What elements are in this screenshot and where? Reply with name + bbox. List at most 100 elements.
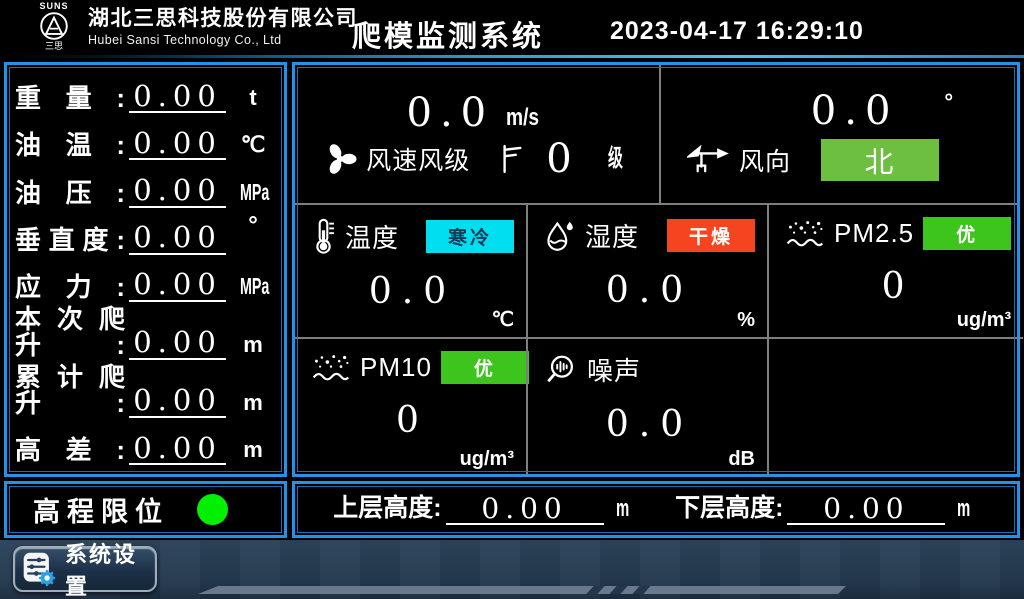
sidebar-row-total-climb: 累计爬升: 0.00 m [15,364,274,422]
sensor-cell-empty [767,337,1023,476]
pm10-status-badge: 优 [441,351,529,384]
noise-icon [544,353,578,387]
wind-speed-section: 0.0 m/s 风速风级 [295,65,661,203]
particles-icon [311,352,351,383]
system-settings-button[interactable]: 系统设置 [13,546,157,592]
wind-level-unit: 级 [608,143,623,174]
header-accent-line [0,55,1024,58]
height-diff-value: 0.00 [129,433,226,465]
humidity-label: 湿度 [585,217,639,254]
droplet-icon [544,219,576,253]
elevation-limit-indicator [197,494,228,525]
weight-label: 重量: [15,85,125,117]
wind-direction-value: 0.0 [811,91,899,131]
lower-height-label: 下层高度: [675,496,783,525]
wind-speed-label: 风速风级 [366,141,470,177]
oil-pressure-unit: MPa [240,181,266,212]
stripe-slash [609,586,627,594]
upper-height-group: 上层高度: 0.00 m [333,494,637,525]
logo-text-bottom: 三思 [45,42,63,51]
current-climb-label: 本次爬升: [15,306,125,364]
company-name-cn: 湖北三思科技股份有限公司 [88,6,358,31]
wind-direction-badge: 北 [821,139,939,181]
sidebar-row-height-diff: 高差: 0.00 m [15,422,274,469]
upper-height-label: 上层高度: [333,496,441,525]
humidity-value: 0.0 [544,270,755,311]
layer-heights-panel: 上层高度: 0.00 m 下层高度: 0.00 m [292,481,1020,538]
taskbar: 系统设置 [0,540,1024,599]
measurements-sidebar: 重量: 0.00 t 油温: 0.00 ℃ 油压: 0.00 MPa 垂直度: … [4,62,287,477]
temperature-label: 温度 [345,218,399,255]
stress-value: 0.00 [129,269,226,301]
sidebar-row-weight: 重量: 0.00 t [15,70,274,117]
stress-label: 应力: [15,274,125,306]
pm25-status-badge: 优 [923,217,1011,250]
oil-pressure-label: 油压: [15,180,125,212]
sensor-cell-pm25: PM2.5 优 0 ug/m³ [767,205,1023,337]
pm10-label: PM10 [360,352,432,383]
elevation-limit-panel: 高程限位 [4,481,287,538]
noise-value: 0.0 [544,404,755,445]
wind-direction-section: 0.0 ° [661,65,1017,203]
sensor-grid: 温度 寒冷 0.0 ℃ 湿度 干燥 [295,203,1017,476]
sidebar-row-oil-pressure: 油压: 0.00 MPa [15,164,274,211]
upper-height-value: 0.00 [446,494,604,525]
weight-unit: t [232,87,274,117]
sensor-cell-humidity: 湿度 干燥 0.0 % [526,205,767,337]
temperature-unit: ℃ [492,307,514,332]
environment-panel: 0.0 m/s 风速风级 [292,62,1020,477]
oil-pressure-value: 0.00 [129,175,226,207]
humidity-status-badge: 干燥 [667,219,755,252]
pm10-value: 0 [311,400,514,441]
humidity-unit: % [737,309,755,332]
company-name-en: Hubei Sansi Technology Co., Ltd [88,33,358,47]
thermometer-icon [311,217,336,255]
elevation-limit-label: 高程限位 [33,490,169,529]
wind-level-value: 0 [546,139,579,179]
settings-sliders-gear-icon [21,551,57,587]
total-climb-label: 累计爬升: [15,364,125,422]
wind-speed-unit: m/s [506,102,539,133]
fan-icon [322,141,358,177]
weight-value: 0.00 [129,81,226,113]
wind-direction-unit: ° [944,91,953,113]
verticality-value: 0.00 [129,222,226,254]
total-climb-unit: m [232,392,274,422]
upper-height-unit: m [616,497,629,525]
stripe-slash [632,586,650,594]
system-settings-label: 系统设置 [65,537,149,599]
oil-temp-value: 0.00 [129,128,226,160]
wind-vane-icon [687,145,729,175]
verticality-unit: ° [232,212,274,246]
wind-level-flag-icon [500,143,524,175]
verticality-label: 垂直度: [15,227,125,259]
sidebar-row-stress: 应力: 0.00 MPa [15,259,274,306]
height-diff-unit: m [232,439,274,469]
noise-unit: dB [728,448,755,471]
particles-icon [785,218,825,249]
suns-logo-icon [39,11,69,41]
current-climb-value: 0.00 [129,327,226,359]
stress-unit: MPa [240,275,266,306]
oil-temp-unit: ℃ [232,134,274,164]
wind-row: 0.0 m/s 风速风级 [295,65,1017,203]
lower-height-value: 0.00 [787,494,945,525]
wind-direction-label: 风向 [739,142,791,178]
sensor-cell-temperature: 温度 寒冷 0.0 ℃ [295,205,526,337]
pm25-value: 0 [785,266,1011,307]
taskbar-decorative-stripe [198,586,846,594]
sidebar-row-oil-temp: 油温: 0.00 ℃ [15,117,274,164]
total-climb-value: 0.00 [129,385,226,417]
company-logo: SUNS 三思 [26,2,82,51]
lower-height-group: 下层高度: 0.00 m [675,494,979,525]
height-diff-label: 高差: [15,437,125,469]
oil-temp-label: 油温: [15,132,125,164]
pm25-label: PM2.5 [834,218,914,249]
pm10-unit: ug/m³ [460,448,514,471]
header: SUNS 三思 湖北三思科技股份有限公司 Hubei Sansi Technol… [0,0,1024,58]
sidebar-row-verticality: 垂直度: 0.00 ° [15,212,274,259]
wind-speed-value: 0.0 [407,93,495,133]
noise-label: 噪声 [587,351,641,388]
temperature-value: 0.0 [311,271,514,312]
sensor-cell-pm10: PM10 优 0 ug/m³ [295,337,526,476]
